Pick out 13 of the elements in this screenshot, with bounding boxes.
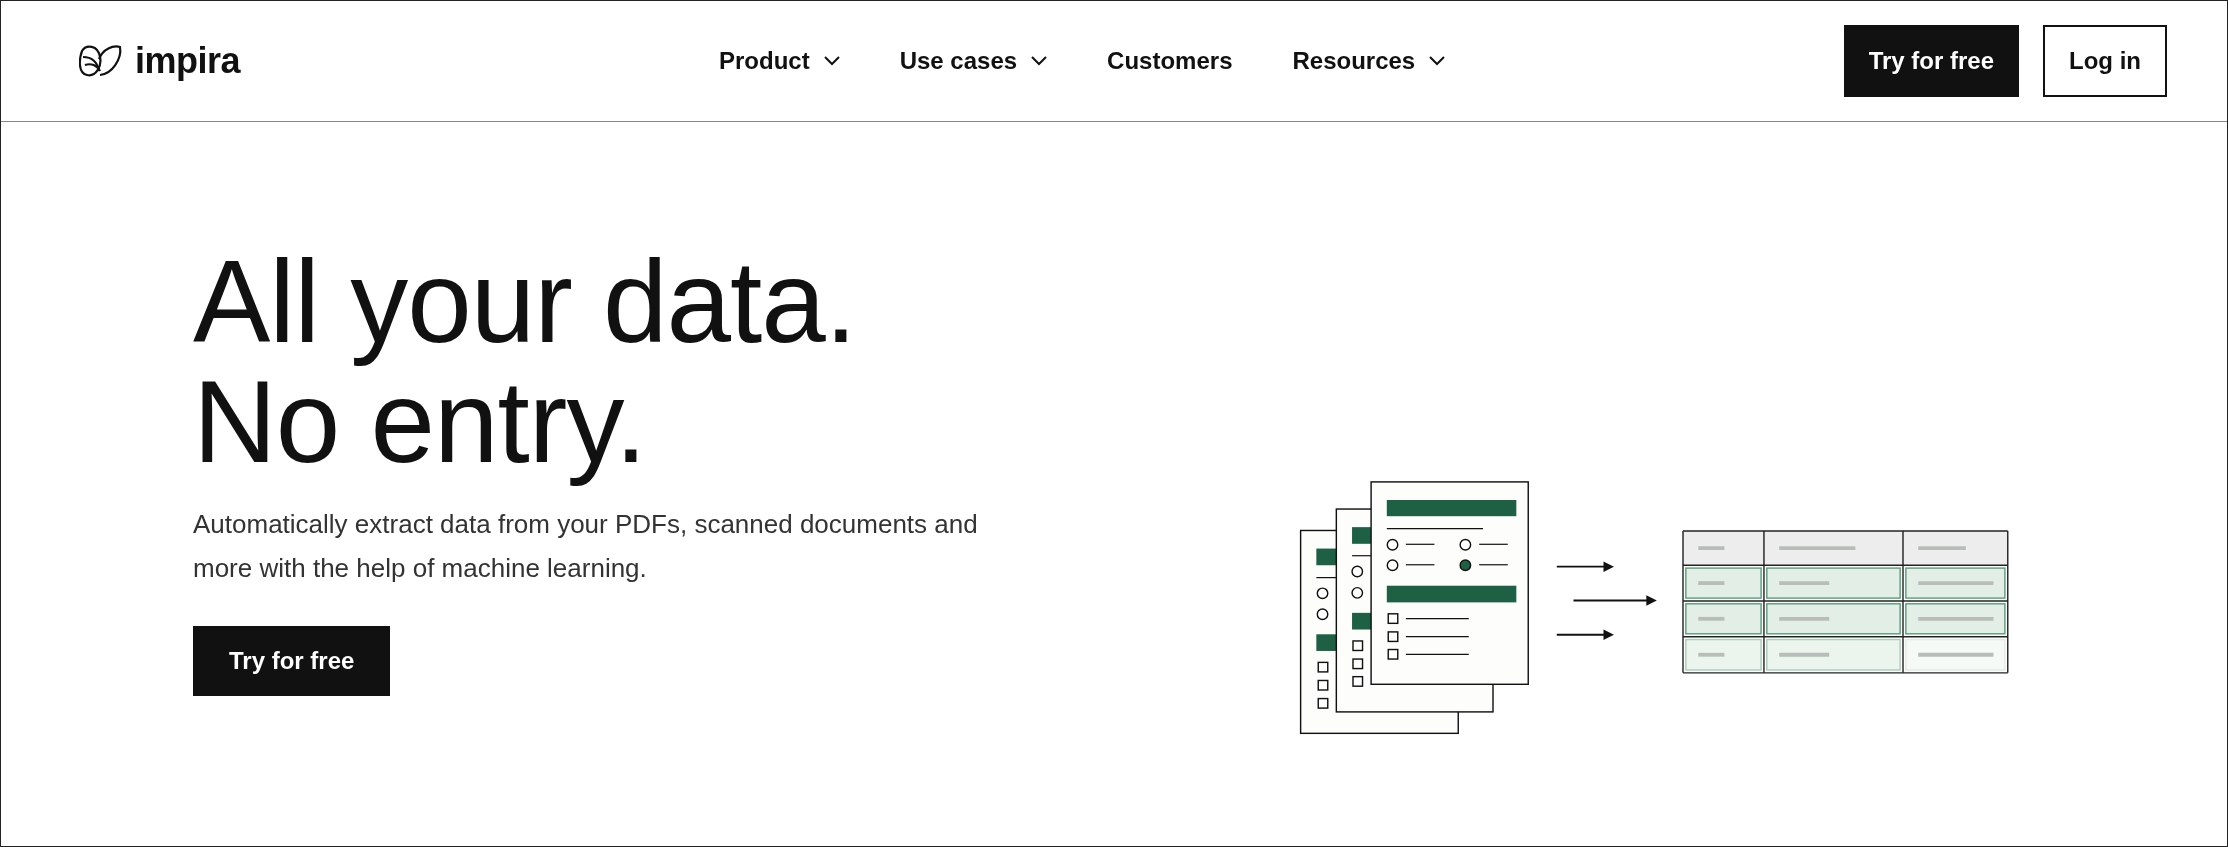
try-free-button[interactable]: Try for free: [193, 626, 391, 696]
try-free-button[interactable]: Try for free: [1843, 25, 2019, 97]
hero-description: Automatically extract data from your PDFs, scanned documents and more with the help of machine learning.: [193, 508, 979, 585]
nav-link[interactable]: Customers: [1107, 47, 1233, 75]
nav-link[interactable]: Use cases: [899, 47, 1048, 75]
chevron-down-icon: [1031, 56, 1048, 66]
chevron-down-icon: [823, 56, 840, 66]
login-button[interactable]: Log in: [2043, 25, 2167, 97]
nav-link[interactable]: Resources: [1292, 47, 1446, 75]
nav-link[interactable]: Product: [719, 47, 840, 75]
leaf-logo-icon: [79, 43, 123, 79]
chevron-down-icon: [1429, 56, 1446, 66]
logo-text: impira: [135, 40, 241, 82]
